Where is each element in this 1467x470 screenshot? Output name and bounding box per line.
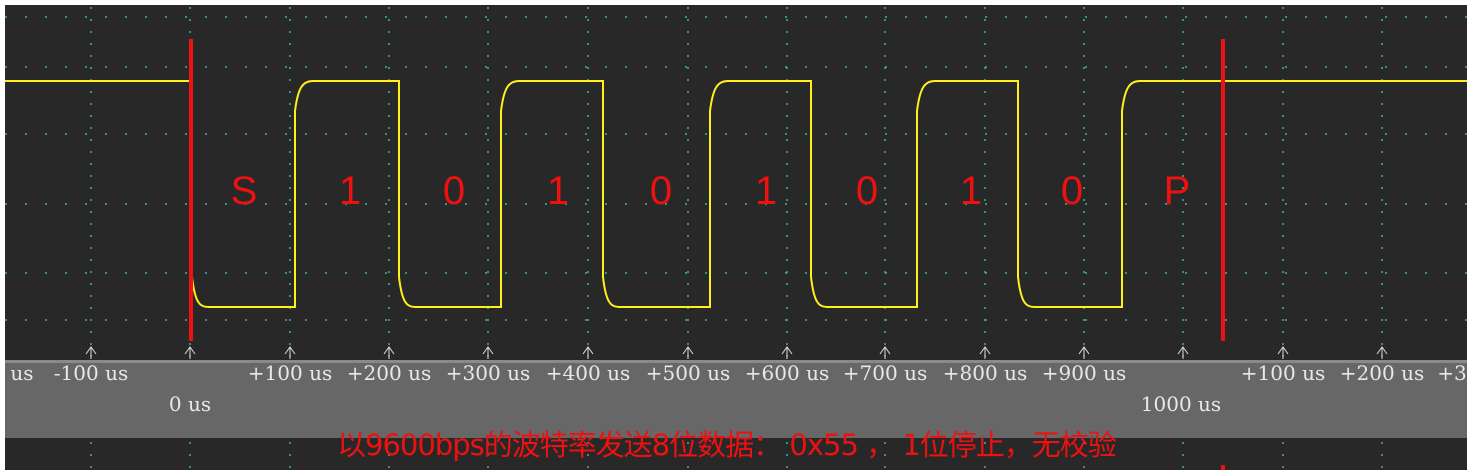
time-tick-label: +800 us	[942, 361, 1028, 385]
bit-label-9: P	[1163, 169, 1191, 213]
bit-label-1: 1	[338, 169, 362, 213]
time-tick-label: +300 us	[445, 361, 531, 385]
axis-tick-mark	[1177, 346, 1189, 359]
time-tick-label: +700 us	[842, 361, 928, 385]
axis-tick-mark	[781, 346, 793, 359]
axis-tick-mark	[682, 346, 694, 359]
caption-text: 以9600bps的波特率发送8位数据： 0x55 ， 1位停止，无校验	[337, 428, 1117, 462]
time-tick-label: +3	[1437, 361, 1467, 385]
bit-label-6: 0	[855, 169, 879, 213]
bit-label-7: 1	[959, 169, 983, 213]
axis-tick-mark	[184, 346, 196, 359]
bit-label-3: 1	[546, 169, 570, 213]
axis-tick-mark	[85, 346, 97, 359]
axis-tick-mark	[1376, 346, 1388, 359]
time-tick-label: +500 us	[645, 361, 731, 385]
axis-tick-mark	[383, 346, 395, 359]
axis-tick-mark	[1078, 346, 1090, 359]
time-tick-label: +900 us	[1041, 361, 1127, 385]
time-tick-label: +100 us	[1240, 361, 1326, 385]
time-tick-label: -100 us	[53, 361, 129, 385]
time-tick-label: +200 us	[1339, 361, 1425, 385]
bit-label-5: 1	[754, 169, 778, 213]
bit-label-8: 0	[1060, 169, 1084, 213]
oscilloscope-view[interactable]: S 1 0 1 0 1 0 1 0 P us -100 us +100 us +200 us +300 u…	[5, 5, 1467, 470]
time-tick-label: +100 us	[247, 361, 333, 385]
bit-label-2: 0	[442, 169, 466, 213]
bit-label-4: 0	[649, 169, 673, 213]
axis-tick-mark	[482, 346, 494, 359]
axis-tick-mark	[979, 346, 991, 359]
bit-label-0: S	[230, 169, 258, 213]
time-tick-label-major: 0 us	[168, 392, 212, 416]
time-tick-label: +400 us	[545, 361, 631, 385]
time-tick-label-major: 1000 us	[1140, 392, 1222, 416]
axis-tick-mark	[284, 346, 296, 359]
time-tick-label: us	[10, 361, 34, 385]
time-tick-label: +200 us	[346, 361, 432, 385]
axis-tick-mark	[582, 346, 594, 359]
axis-tick-mark	[1277, 346, 1289, 359]
axis-tick-mark	[879, 346, 891, 359]
time-tick-label: +600 us	[744, 361, 830, 385]
